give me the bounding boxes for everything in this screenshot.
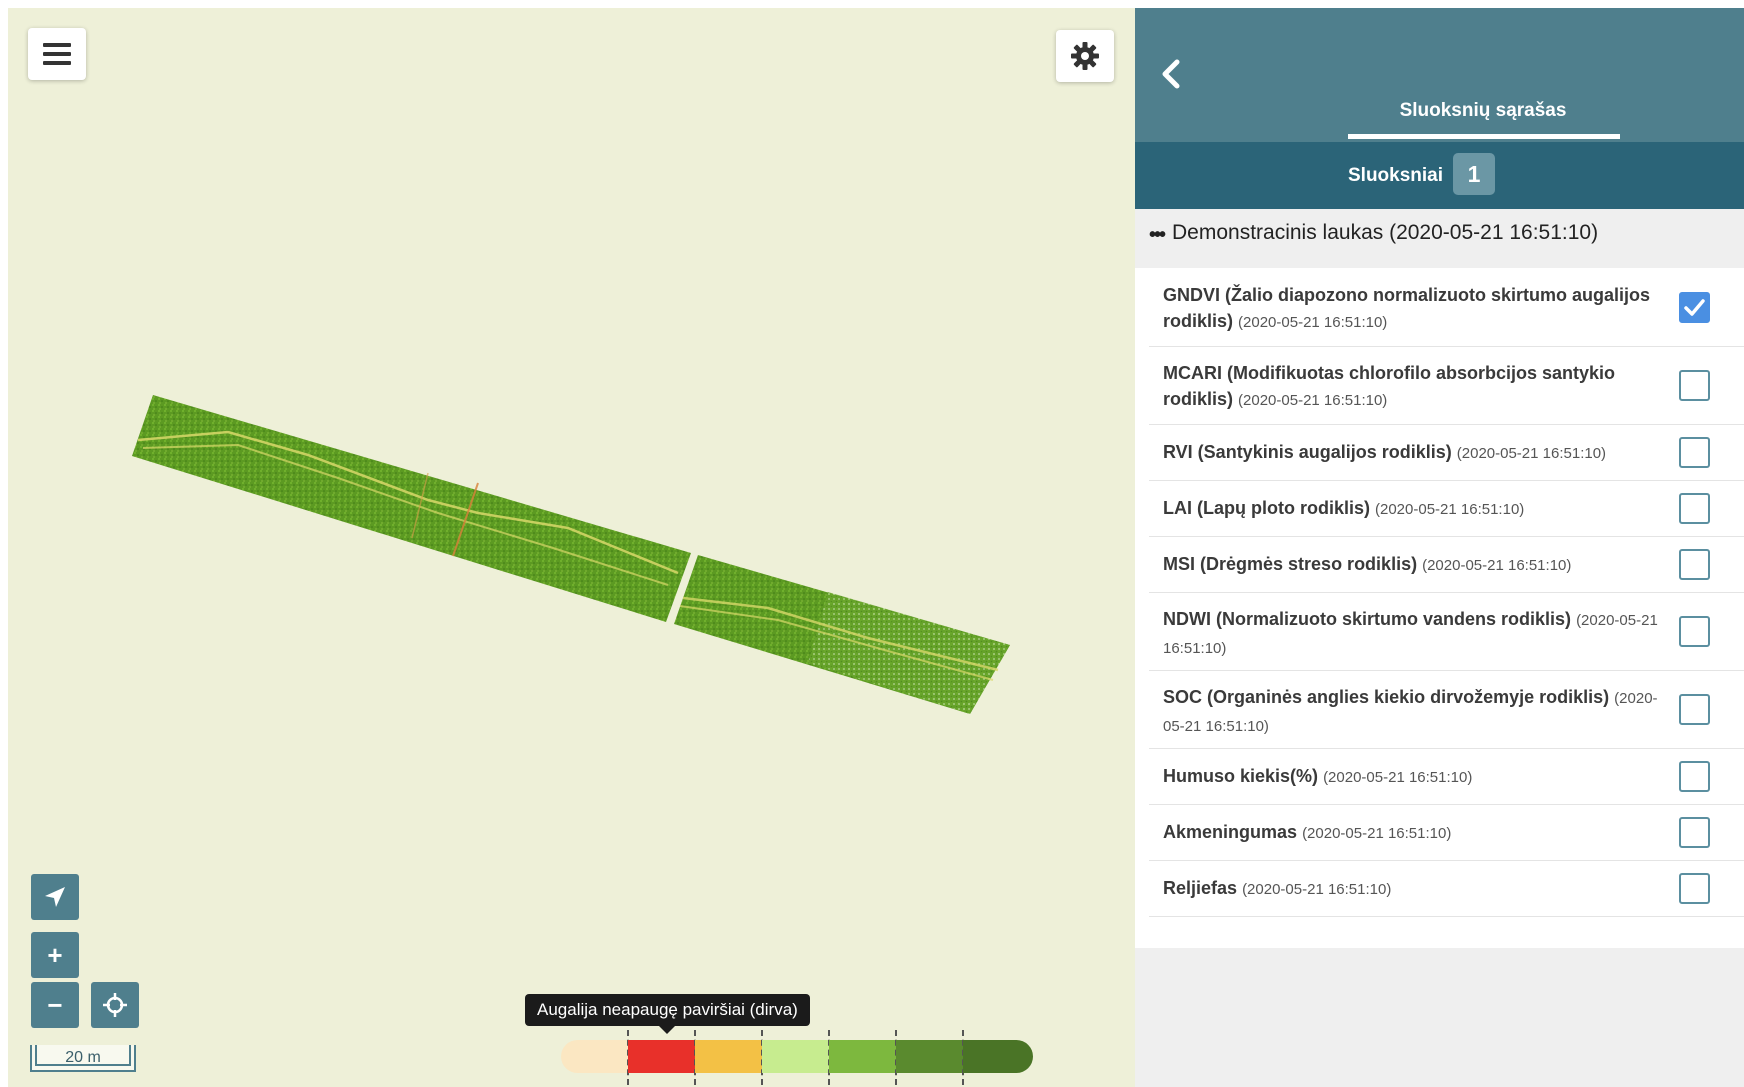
panel-header: Sluoksnių sąrašas <box>1135 8 1744 142</box>
color-legend[interactable] <box>561 1030 1091 1085</box>
layer-date: (2020-05-21 16:51:10) <box>1242 881 1392 898</box>
layer-name: SOC (Organinės anglies kiekio dirvožemyj… <box>1163 687 1610 707</box>
layer-row-text: NDWI (Normalizuoto skirtumo vandens rodi… <box>1163 606 1674 662</box>
legend-segment[interactable] <box>762 1040 829 1073</box>
scale-bar: 20 m <box>30 1045 136 1072</box>
center-button[interactable] <box>91 982 139 1028</box>
layer-row[interactable]: RVI (Santykinis augalijos rodiklis) (202… <box>1149 424 1744 481</box>
more-options-icon[interactable]: ••• <box>1149 224 1166 247</box>
layer-row[interactable]: Reljiefas (2020-05-21 16:51:10) <box>1149 860 1744 917</box>
layer-name: NDWI (Normalizuoto skirtumo vandens rodi… <box>1163 609 1572 629</box>
layer-name: MCARI (Modifikuotas chlorofilo absorbcij… <box>1163 363 1616 409</box>
scale-label: 20 m <box>65 1049 101 1066</box>
tab-underline <box>1348 134 1620 139</box>
layer-date: (2020-05-21 16:51:10) <box>1422 557 1572 574</box>
zoom-in-label: + <box>47 939 63 970</box>
menu-button[interactable] <box>28 28 86 80</box>
zoom-out-button[interactable]: − <box>31 982 79 1028</box>
layer-row[interactable]: MCARI (Modifikuotas chlorofilo absorbcij… <box>1149 346 1744 425</box>
layers-count-badge: 1 <box>1453 153 1495 195</box>
layer-row[interactable]: SOC (Organinės anglies kiekio dirvožemyj… <box>1149 670 1744 749</box>
map-view[interactable]: + − 20 m Augalija neapaugę paviršiai (di… <box>8 8 1135 1087</box>
layer-row-text: LAI (Lapų ploto rodiklis) (2020-05-21 16… <box>1163 495 1674 523</box>
layer-row[interactable]: LAI (Lapų ploto rodiklis) (2020-05-21 16… <box>1149 480 1744 537</box>
hamburger-menu-icon <box>43 43 71 65</box>
layer-row-text: Akmeningumas (2020-05-21 16:51:10) <box>1163 819 1674 847</box>
layer-row-text: MSI (Drėgmės streso rodiklis) (2020-05-2… <box>1163 551 1674 579</box>
layer-name: Reljiefas <box>1163 878 1238 898</box>
layer-date: (2020-05-21 16:51:10) <box>1238 392 1388 409</box>
layer-date: (2020-05-21 16:51:10) <box>1302 825 1452 842</box>
layer-date: (2020-05-21 16:51:10) <box>1238 314 1388 331</box>
layer-checkbox[interactable] <box>1679 549 1710 580</box>
layer-checkbox[interactable] <box>1679 493 1710 524</box>
layer-date: (2020-05-21 16:51:10) <box>1456 445 1607 462</box>
locate-button[interactable] <box>31 874 79 920</box>
crosshair-icon <box>103 993 127 1017</box>
layer-checkbox[interactable] <box>1679 437 1710 468</box>
layer-checkbox[interactable] <box>1679 761 1710 792</box>
layer-row-text: Reljiefas (2020-05-21 16:51:10) <box>1163 875 1674 903</box>
layer-row-text: SOC (Organinės anglies kiekio dirvožemyj… <box>1163 684 1674 740</box>
layer-row[interactable]: MSI (Drėgmės streso rodiklis) (2020-05-2… <box>1149 536 1744 593</box>
legend-segment[interactable] <box>561 1040 628 1073</box>
layers-subheader: Sluoksniai 1 <box>1135 142 1744 209</box>
zoom-out-label: − <box>47 989 63 1020</box>
layer-row[interactable]: Akmeningumas (2020-05-21 16:51:10) <box>1149 804 1744 861</box>
layer-name: RVI (Santykinis augalijos rodiklis) <box>1163 442 1452 462</box>
layer-name: Humuso kiekis(%) <box>1163 766 1319 786</box>
layer-checkbox[interactable] <box>1679 817 1710 848</box>
layer-name: MSI (Drėgmės streso rodiklis) <box>1163 554 1418 574</box>
layer-checkbox[interactable] <box>1679 370 1710 401</box>
legend-segment[interactable] <box>829 1040 896 1073</box>
navigation-arrow-icon <box>45 887 65 907</box>
field-overlay <box>132 395 1010 714</box>
layer-name: LAI (Lapų ploto rodiklis) <box>1163 498 1370 518</box>
chevron-left-icon[interactable] <box>1153 54 1189 94</box>
legend-segment[interactable] <box>896 1040 963 1073</box>
tab-layer-list[interactable]: Sluoksnių sąrašas <box>1348 100 1618 122</box>
layers-label: Sluoksniai <box>1348 165 1444 186</box>
layer-row-text: Humuso kiekis(%) (2020-05-21 16:51:10) <box>1163 763 1674 791</box>
settings-button[interactable] <box>1056 30 1114 82</box>
legend-segment[interactable] <box>695 1040 762 1073</box>
layer-group-header[interactable]: ••• Demonstracinis laukas (2020-05-21 16… <box>1135 209 1744 268</box>
layer-name: Akmeningumas <box>1163 822 1298 842</box>
layer-name: GNDVI (Žalio diapozono normalizuoto skir… <box>1163 285 1651 331</box>
layers-panel: Sluoksnių sąrašas Sluoksniai 1 ••• Demon… <box>1135 8 1744 1087</box>
layer-date: (2020-05-21 16:51:10) <box>1323 769 1473 786</box>
layer-row-text: GNDVI (Žalio diapozono normalizuoto skir… <box>1163 282 1674 336</box>
layer-checkbox[interactable] <box>1679 873 1710 904</box>
layer-row[interactable]: Humuso kiekis(%) (2020-05-21 16:51:10) <box>1149 748 1744 805</box>
legend-segment[interactable] <box>628 1040 695 1073</box>
layer-row-text: RVI (Santykinis augalijos rodiklis) (202… <box>1163 439 1674 467</box>
layer-checkbox[interactable] <box>1679 292 1710 323</box>
layer-row[interactable]: NDWI (Normalizuoto skirtumo vandens rodi… <box>1149 592 1744 671</box>
checkmark-icon <box>1684 299 1705 316</box>
legend-tooltip: Augalija neapaugę paviršiai (dirva) <box>525 994 810 1034</box>
layer-list: GNDVI (Žalio diapozono normalizuoto skir… <box>1135 268 1744 948</box>
layer-row-text: MCARI (Modifikuotas chlorofilo absorbcij… <box>1163 360 1674 414</box>
layer-group-title: Demonstracinis laukas (2020-05-21 16:51:… <box>1172 221 1599 244</box>
legend-segment[interactable] <box>963 1040 1033 1073</box>
layer-checkbox[interactable] <box>1679 694 1710 725</box>
layer-checkbox[interactable] <box>1679 616 1710 647</box>
gear-icon <box>1071 42 1099 70</box>
zoom-in-button[interactable]: + <box>31 932 79 978</box>
layer-row[interactable]: GNDVI (Žalio diapozono normalizuoto skir… <box>1149 268 1744 347</box>
layer-date: (2020-05-21 16:51:10) <box>1375 501 1525 518</box>
